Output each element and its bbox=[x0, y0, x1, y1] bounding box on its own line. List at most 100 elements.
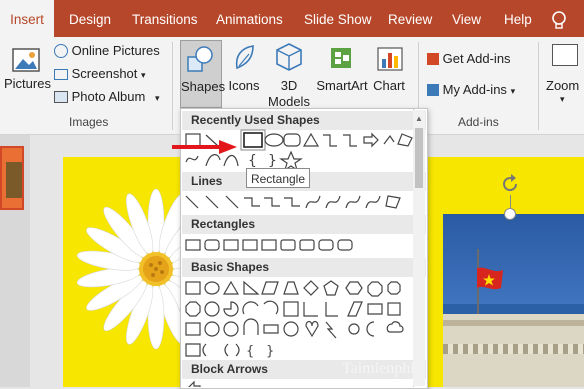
elbow-connector-icon bbox=[244, 197, 260, 207]
shapes-button[interactable]: Shapes bbox=[180, 40, 225, 108]
icons-icon bbox=[231, 42, 259, 77]
smiley-face-icon bbox=[283, 321, 299, 337]
freeform-shape-icon bbox=[397, 133, 413, 147]
3d-label: 3D bbox=[280, 78, 298, 93]
left-brace-icon: { bbox=[248, 153, 257, 169]
bent-arrow-icon bbox=[383, 134, 395, 145]
double-arrow-line-icon bbox=[225, 195, 239, 209]
smartart-icon bbox=[328, 44, 356, 77]
addins-group-label: Add-ins bbox=[458, 115, 499, 129]
half-frame-icon bbox=[303, 302, 318, 317]
heart-icon bbox=[305, 320, 319, 338]
snip-same-side-rect-icon bbox=[242, 239, 258, 251]
my-addins-button[interactable]: My Add-ins ▾ bbox=[427, 80, 515, 100]
scroll-up-icon[interactable]: ▲ bbox=[415, 114, 423, 123]
tab-help[interactable]: Help bbox=[504, 0, 532, 37]
tab-view[interactable]: View bbox=[452, 0, 481, 37]
addins-icon bbox=[427, 84, 439, 96]
snip-diagonal-rect-icon bbox=[261, 239, 277, 251]
curve-line-icon bbox=[365, 195, 381, 209]
bracket-pair-icon bbox=[185, 343, 201, 357]
right-arrow-shape-icon bbox=[363, 132, 379, 148]
my-addins-label: My Add-ins bbox=[442, 82, 507, 97]
get-addins-label: Get Add-ins bbox=[442, 51, 511, 66]
online-pictures-label: Online Pictures bbox=[71, 43, 160, 58]
pictures-button[interactable]: Pictures bbox=[4, 44, 51, 104]
tab-slide-show[interactable]: Slide Show bbox=[304, 0, 372, 37]
chart-icon bbox=[376, 44, 404, 77]
pictures-label: Pictures bbox=[4, 76, 51, 91]
round-same-side-rect-icon bbox=[318, 239, 334, 251]
photo-album-button[interactable]: Photo Album ▾ bbox=[54, 87, 160, 107]
pie-icon bbox=[223, 301, 239, 317]
snip-single-rect-icon bbox=[223, 239, 239, 251]
right-bracket-icon bbox=[235, 343, 240, 357]
round-single-rect-icon bbox=[299, 239, 315, 251]
rectangle-shape-icon bbox=[243, 132, 263, 148]
left-arrow-icon bbox=[188, 380, 201, 387]
chart-button[interactable]: Chart bbox=[370, 42, 408, 102]
tab-transitions[interactable]: Transitions bbox=[132, 0, 198, 37]
images-group-label: Images bbox=[69, 115, 109, 129]
icons-button[interactable]: Icons bbox=[225, 42, 263, 102]
round-diagonal-rect-icon bbox=[337, 239, 353, 251]
basic-triangle-icon bbox=[222, 280, 240, 295]
sky bbox=[443, 214, 584, 304]
tab-insert[interactable]: Insert bbox=[0, 0, 54, 37]
chord-icon bbox=[242, 301, 259, 315]
smartart-label: SmartArt bbox=[316, 78, 368, 93]
can-icon bbox=[185, 322, 201, 336]
gallery-scrollbar[interactable]: ▲ bbox=[413, 110, 425, 386]
rotate-handle-icon[interactable] bbox=[499, 173, 521, 195]
online-pictures-button[interactable]: Online Pictures bbox=[54, 41, 160, 61]
tab-animations[interactable]: Animations bbox=[216, 0, 283, 37]
chevron-down-icon: ▾ bbox=[510, 86, 516, 96]
hanoi-photo[interactable] bbox=[443, 214, 584, 387]
elbow-arrow-connector-icon bbox=[264, 197, 280, 207]
store-icon bbox=[427, 53, 439, 65]
chevron-down-icon: ▾ bbox=[154, 93, 160, 103]
snip-round-rect-icon bbox=[280, 239, 296, 251]
tab-review[interactable]: Review bbox=[388, 0, 432, 37]
left-brace-shape-icon: { bbox=[246, 344, 254, 359]
oval-shape-icon bbox=[264, 133, 284, 147]
scroll-thumb[interactable] bbox=[415, 128, 423, 188]
pentagon-icon bbox=[323, 280, 339, 296]
cube-icon bbox=[275, 42, 303, 77]
photo-album-label: Photo Album bbox=[71, 89, 146, 104]
basic-textbox-icon bbox=[185, 281, 201, 295]
elbow-connector-icon bbox=[323, 134, 337, 147]
elbow-double-arrow-icon bbox=[284, 197, 300, 207]
rect-icon bbox=[185, 239, 201, 251]
lightbulb-icon[interactable] bbox=[548, 9, 570, 31]
octagon-icon bbox=[387, 281, 401, 295]
diamond-icon bbox=[303, 280, 319, 296]
l-shape-icon bbox=[325, 302, 338, 317]
chevron-down-icon: ▾ bbox=[560, 94, 565, 104]
left-bracket-icon bbox=[224, 343, 229, 357]
line-icon bbox=[185, 195, 199, 209]
resize-handle[interactable] bbox=[504, 208, 516, 220]
3d-models-button[interactable]: 3D Models ▾ bbox=[265, 42, 313, 123]
right-triangle-icon bbox=[243, 280, 260, 295]
tab-design[interactable]: Design bbox=[69, 0, 111, 37]
elbow-arrow-icon bbox=[343, 134, 357, 147]
smartart-button[interactable]: SmartArt bbox=[316, 42, 368, 102]
donut-icon bbox=[204, 321, 220, 337]
decagon-icon bbox=[185, 301, 201, 317]
zoom-button[interactable]: Zoom ▾ bbox=[544, 42, 584, 108]
no-symbol-icon bbox=[223, 321, 239, 337]
frame-icon bbox=[283, 301, 299, 317]
plaque-icon bbox=[387, 302, 401, 316]
basic-oval-icon bbox=[204, 281, 220, 295]
photo-album-icon bbox=[54, 91, 68, 103]
zoom-icon bbox=[552, 44, 578, 66]
slide-thumbnail[interactable] bbox=[0, 146, 24, 210]
screenshot-button[interactable]: Screenshot ▾ bbox=[54, 64, 146, 84]
right-brace-icon: } bbox=[268, 153, 277, 169]
trapezoid-icon bbox=[283, 281, 299, 295]
get-addins-button[interactable]: Get Add-ins bbox=[427, 49, 511, 69]
pictures-icon bbox=[12, 46, 42, 79]
hexagon-icon bbox=[345, 281, 363, 295]
rounded-rect-shape-icon bbox=[283, 133, 301, 147]
